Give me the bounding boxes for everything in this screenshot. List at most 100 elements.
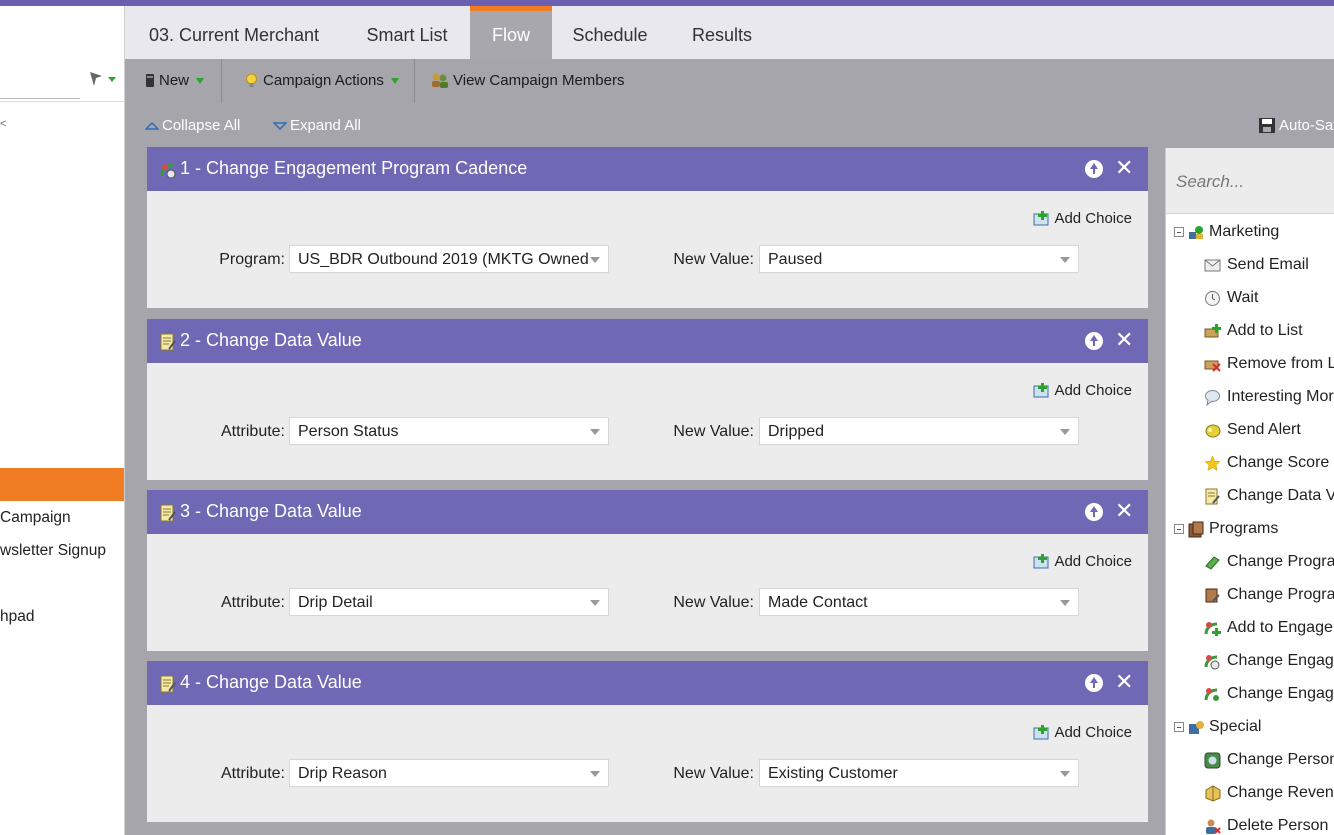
tree-item-selected[interactable] (0, 468, 124, 501)
collapse-all-button[interactable]: Collapse All (145, 117, 240, 134)
move-up-icon[interactable] (1085, 332, 1103, 350)
palette-group-special[interactable]: Special (1174, 718, 1261, 736)
collapse-toggle-icon[interactable] (1174, 227, 1184, 237)
move-up-icon[interactable] (1085, 503, 1103, 521)
lightbulb-icon (243, 72, 260, 89)
palette-item-change-program-success[interactable]: Change Progra (1204, 586, 1334, 604)
palette-item-label: Send Alert (1227, 421, 1301, 438)
palette-item-change-engagement-stream[interactable]: Change Engage (1204, 685, 1334, 703)
attribute-select[interactable]: Drip Detail (289, 588, 609, 616)
campaign-actions-button[interactable]: Campaign Actions (243, 72, 399, 89)
clock-icon (1204, 290, 1221, 307)
palette-group-programs[interactable]: Programs (1174, 520, 1278, 538)
collapse-toggle-icon[interactable] (1174, 524, 1184, 534)
add-choice-button[interactable]: Add Choice (1032, 382, 1132, 399)
palette-item-label: Change Engage (1227, 685, 1334, 702)
palette-item-delete-person[interactable]: Delete Person (1204, 817, 1328, 835)
palette-item-remove-from-list[interactable]: Remove from L (1204, 355, 1334, 373)
close-icon[interactable]: ✕ (1115, 327, 1133, 353)
programs-icon (1188, 521, 1205, 538)
field-label: Program: (219, 251, 285, 268)
tab-results[interactable]: Results (669, 6, 775, 59)
palette-item-label: Remove from L (1227, 355, 1334, 372)
chevron-down-icon (390, 77, 399, 84)
expand-all-button[interactable]: Expand All (273, 117, 361, 134)
field-label: Attribute: (220, 423, 285, 440)
add-choice-button[interactable]: Add Choice (1032, 553, 1132, 570)
tree-item[interactable]: Campaign (0, 509, 124, 527)
palette-item-label: Change Score (1227, 454, 1330, 471)
new-button[interactable]: New (144, 72, 205, 89)
move-up-icon[interactable] (1085, 674, 1103, 692)
auto-save-label: Auto-Sav (1279, 117, 1334, 134)
palette-item-change-program-status[interactable]: Change Progra (1204, 553, 1334, 571)
close-icon[interactable]: ✕ (1115, 669, 1133, 695)
new-value-select[interactable]: Dripped (759, 417, 1079, 445)
flow-step-header[interactable]: 4 - Change Data Value ✕ (147, 661, 1148, 705)
palette-item-change-revenue-stage[interactable]: Change Revenu (1204, 784, 1334, 802)
palette-item-interesting-moment[interactable]: Interesting Mor (1204, 388, 1334, 406)
field-label: Attribute: (220, 594, 285, 611)
attribute-select[interactable]: Drip Reason (289, 759, 609, 787)
toolbar-divider (414, 59, 415, 103)
new-value-select[interactable]: Paused (759, 245, 1079, 273)
palette-item-send-alert[interactable]: Send Alert (1204, 421, 1301, 439)
toolbar-divider (221, 59, 222, 103)
tab-flow[interactable]: Flow (470, 6, 552, 59)
palette-item-send-email[interactable]: Send Email (1204, 256, 1309, 274)
palette-item-label: Send Email (1227, 256, 1309, 273)
add-choice-icon (1033, 210, 1049, 225)
attribute-select[interactable]: Person Status (289, 417, 609, 445)
new-label: New (159, 72, 190, 89)
flow-step-header[interactable]: 2 - Change Data Value ✕ (147, 319, 1148, 363)
tab-smart-list[interactable]: Smart List (347, 6, 467, 59)
close-icon[interactable]: ✕ (1115, 498, 1133, 524)
move-up-icon[interactable] (1085, 160, 1103, 178)
flow-step-header[interactable]: 3 - Change Data Value ✕ (147, 490, 1148, 534)
engagement-stream-icon (1204, 686, 1221, 703)
palette-item-label: Change Revenu (1227, 784, 1334, 801)
palette-search-input[interactable]: Search... (1166, 148, 1334, 214)
tab-current-merchant[interactable]: 03. Current Merchant (125, 6, 343, 59)
view-campaign-members-button[interactable]: View Campaign Members (430, 72, 624, 89)
palette-item-change-score[interactable]: Change Score (1204, 454, 1329, 472)
revenue-stage-icon (1204, 784, 1221, 802)
collapse-toggle-icon[interactable] (1174, 722, 1184, 732)
new-value-select[interactable]: Made Contact (759, 588, 1079, 616)
program-select[interactable]: US_BDR Outbound 2019 (MKTG Owned (289, 245, 609, 273)
change-data-value-icon (1204, 488, 1221, 505)
flow-step-title: 3 - Change Data Value (180, 501, 362, 521)
tree-item[interactable]: wsletter Signup (0, 542, 124, 560)
filter-icon[interactable] (88, 68, 118, 88)
flow-step-header[interactable]: 1 - Change Engagement Program Cadence ✕ (147, 147, 1148, 191)
palette-item-change-engagement-cadence[interactable]: Change Engage (1204, 652, 1334, 670)
flow-step: 2 - Change Data Value ✕ Add Choice Attri… (147, 319, 1148, 480)
palette-item-add-to-list[interactable]: Add to List (1204, 322, 1303, 340)
add-choice-button[interactable]: Add Choice (1032, 724, 1132, 741)
close-icon[interactable]: ✕ (1115, 155, 1133, 181)
add-choice-label: Add Choice (1054, 382, 1132, 399)
program-status-icon (1204, 554, 1221, 571)
tree-expander-icon[interactable]: < (0, 118, 6, 130)
flow-step-body: Add Choice Attribute: Drip Detail New Va… (147, 534, 1148, 651)
left-tree-panel: < Campaign wsletter Signup hpad (0, 6, 125, 835)
palette-item-label: Interesting Mor (1227, 388, 1334, 405)
palette-item-label: Change Person (1227, 751, 1334, 768)
flow-step: 1 - Change Engagement Program Cadence ✕ … (147, 147, 1148, 308)
new-value-select[interactable]: Existing Customer (759, 759, 1079, 787)
person-partition-icon (1204, 752, 1221, 769)
palette-group-marketing[interactable]: Marketing (1174, 223, 1279, 241)
tree-search-input[interactable] (0, 98, 80, 99)
program-success-icon (1204, 587, 1221, 604)
palette-item-wait[interactable]: Wait (1204, 289, 1258, 307)
palette-item-change-data-value[interactable]: Change Data Va (1204, 487, 1334, 505)
tree-item[interactable]: hpad (0, 608, 124, 626)
engagement-cadence-icon (1204, 653, 1221, 670)
add-choice-icon (1033, 724, 1049, 739)
add-choice-button[interactable]: Add Choice (1032, 210, 1132, 227)
tree-search-area (0, 6, 124, 102)
flow-step: 3 - Change Data Value ✕ Add Choice Attri… (147, 490, 1148, 651)
palette-item-change-person-partition[interactable]: Change Person (1204, 751, 1334, 769)
palette-item-add-to-engagement[interactable]: Add to Engager (1204, 619, 1334, 637)
tab-schedule[interactable]: Schedule (555, 6, 665, 59)
